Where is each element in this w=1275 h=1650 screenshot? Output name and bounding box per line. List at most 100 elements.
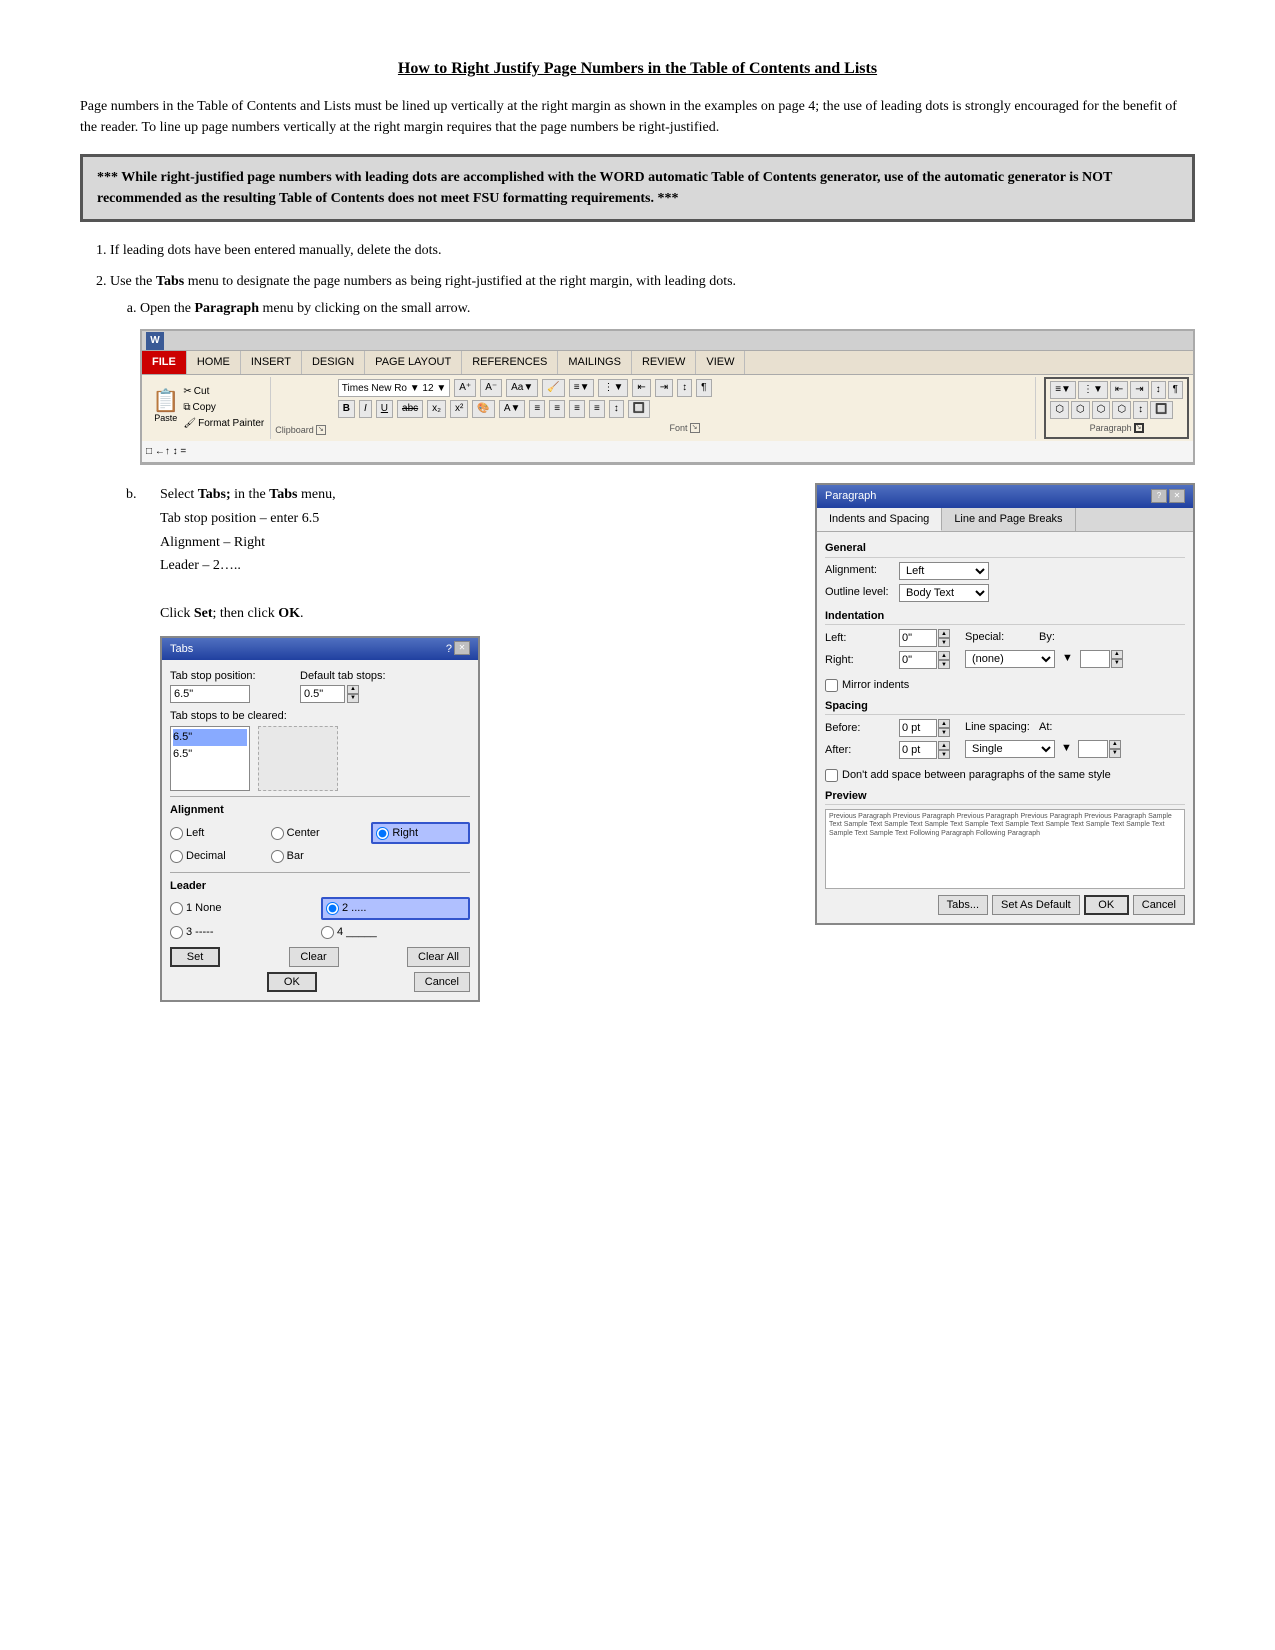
indent-right-input[interactable] xyxy=(899,651,937,669)
strikethrough-btn[interactable]: abc xyxy=(397,400,423,418)
align-center-radio[interactable] xyxy=(271,827,284,840)
tab-list-item-6-5b[interactable]: 6.5" xyxy=(173,746,247,763)
underline-btn[interactable]: U xyxy=(376,400,393,418)
justify-btn[interactable]: ≡ xyxy=(589,400,605,418)
leader-2-radio[interactable] xyxy=(326,902,339,915)
superscript-btn[interactable]: x² xyxy=(450,400,468,418)
at-up[interactable]: ▲ xyxy=(1109,740,1121,749)
highlight-btn[interactable]: 🎨 xyxy=(472,400,494,418)
para-btn-5[interactable]: ↕ xyxy=(1151,381,1166,399)
ribbon-tab-home[interactable]: HOME xyxy=(187,351,241,374)
line-sp-btn2[interactable]: ↕ xyxy=(1133,401,1148,419)
para-set-default-btn[interactable]: Set As Default xyxy=(992,895,1080,915)
para-cancel-btn[interactable]: Cancel xyxy=(1133,895,1185,915)
clear-formatting-btn[interactable]: 🧹 xyxy=(542,379,564,397)
ribbon-tab-references[interactable]: REFERENCES xyxy=(462,351,558,374)
tabs-dialog-close-btn[interactable]: ✕ xyxy=(454,641,470,655)
para-dialog-help-btn[interactable]: ? xyxy=(1151,489,1167,503)
spinner-up-btn[interactable]: ▲ xyxy=(347,685,359,694)
para-btn-3[interactable]: ⇤ xyxy=(1110,381,1128,399)
align-bar-radio[interactable] xyxy=(271,850,284,863)
show-para-btn[interactable]: ¶ xyxy=(696,379,711,397)
spinner-down-btn[interactable]: ▼ xyxy=(347,694,359,703)
clipboard-expand-icon[interactable]: ↘ xyxy=(316,425,326,435)
ribbon-tab-pagelayout[interactable]: PAGE LAYOUT xyxy=(365,351,462,374)
ribbon-tab-mailings[interactable]: MAILINGS xyxy=(558,351,632,374)
aa-btn[interactable]: Aa▼ xyxy=(506,379,538,397)
para-btn-2[interactable]: ⋮▼ xyxy=(1078,381,1108,399)
ribbon-tab-view[interactable]: VIEW xyxy=(696,351,745,374)
ribbon-tab-insert[interactable]: INSERT xyxy=(241,351,302,374)
indent-right-up[interactable]: ▲ xyxy=(938,651,950,660)
tabs-ok-btn[interactable]: OK xyxy=(267,972,317,992)
tabs-cancel-btn[interactable]: Cancel xyxy=(414,972,470,992)
ribbon-tab-review[interactable]: REVIEW xyxy=(632,351,696,374)
at-input[interactable] xyxy=(1078,740,1108,758)
by-input[interactable] xyxy=(1080,650,1110,668)
shading-btn[interactable]: 🔲 xyxy=(628,400,650,418)
para-tabs-btn[interactable]: Tabs... xyxy=(938,895,988,915)
indent-increase-btn[interactable]: ⇥ xyxy=(655,379,673,397)
align-left-radio[interactable] xyxy=(170,827,183,840)
line-spacing-select[interactable]: Single xyxy=(965,740,1055,758)
para-ok-btn[interactable]: OK xyxy=(1084,895,1129,915)
outline-select[interactable]: Body Text xyxy=(899,584,989,602)
tab-stop-list[interactable]: 6.5" 6.5" xyxy=(170,726,250,791)
bold-btn[interactable]: B xyxy=(338,400,355,418)
tabs-clear-btn[interactable]: Clear xyxy=(289,947,339,967)
font-name-dropdown[interactable]: Times New Ro ▼ 12 ▼ xyxy=(338,379,450,397)
paragraph-expand-icon[interactable]: ↘ xyxy=(1134,423,1144,433)
para-btn-4[interactable]: ⇥ xyxy=(1130,381,1148,399)
line-spacing-btn[interactable]: ↕ xyxy=(609,400,624,418)
ribbon-tab-file[interactable]: FILE xyxy=(142,351,187,374)
dont-add-space-checkbox[interactable] xyxy=(825,769,838,782)
list-btn[interactable]: ≡▼ xyxy=(569,379,595,397)
leader-3-radio[interactable] xyxy=(170,926,183,939)
before-down[interactable]: ▼ xyxy=(938,728,950,737)
default-tab-input[interactable] xyxy=(300,685,345,703)
sort-btn[interactable]: ↕ xyxy=(677,379,692,397)
font-grow-btn[interactable]: A⁺ xyxy=(454,379,476,397)
align-left-btn2[interactable]: ⬡ xyxy=(1050,401,1069,419)
alignment-select[interactable]: Left Centered Right Justified xyxy=(899,562,989,580)
tab-list-item-6-5[interactable]: 6.5" xyxy=(173,729,247,746)
at-down[interactable]: ▼ xyxy=(1109,749,1121,758)
by-up[interactable]: ▲ xyxy=(1111,650,1123,659)
paste-label[interactable]: Paste xyxy=(154,412,177,426)
justify-btn2[interactable]: ⬡ xyxy=(1112,401,1131,419)
numbering-btn[interactable]: ⋮▼ xyxy=(598,379,628,397)
indent-left-down[interactable]: ▼ xyxy=(938,638,950,647)
indent-left-up[interactable]: ▲ xyxy=(938,629,950,638)
indent-left-input[interactable] xyxy=(899,629,937,647)
align-right-btn[interactable]: ≡ xyxy=(569,400,585,418)
after-input[interactable] xyxy=(899,741,937,759)
font-color-btn[interactable]: A▼ xyxy=(499,400,526,418)
indent-right-down[interactable]: ▼ xyxy=(938,660,950,669)
indent-decrease-btn[interactable]: ⇤ xyxy=(632,379,650,397)
align-left-btn[interactable]: ≡ xyxy=(529,400,545,418)
tab-stop-input[interactable] xyxy=(170,685,250,703)
mirror-indents-checkbox[interactable] xyxy=(825,679,838,692)
leader-4-radio[interactable] xyxy=(321,926,334,939)
para-tab-indents[interactable]: Indents and Spacing xyxy=(817,508,942,532)
align-right-radio[interactable] xyxy=(376,827,389,840)
subscript-btn[interactable]: x₂ xyxy=(427,400,446,418)
ribbon-tab-design[interactable]: DESIGN xyxy=(302,351,365,374)
shading-btn2[interactable]: 🔲 xyxy=(1150,401,1172,419)
align-center-btn2[interactable]: ⬡ xyxy=(1071,401,1090,419)
para-btn-1[interactable]: ≡▼ xyxy=(1050,381,1076,399)
para-tab-linebreaks[interactable]: Line and Page Breaks xyxy=(942,508,1075,532)
para-btn-6[interactable]: ¶ xyxy=(1168,381,1183,399)
align-right-btn2[interactable]: ⬡ xyxy=(1092,401,1111,419)
font-shrink-btn[interactable]: A⁻ xyxy=(480,379,502,397)
para-dialog-close-btn[interactable]: ✕ xyxy=(1169,489,1185,503)
italic-btn[interactable]: I xyxy=(359,400,372,418)
before-input[interactable] xyxy=(899,719,937,737)
align-decimal-radio[interactable] xyxy=(170,850,183,863)
by-down[interactable]: ▼ xyxy=(1111,659,1123,668)
leader-1-radio[interactable] xyxy=(170,902,183,915)
after-up[interactable]: ▲ xyxy=(938,741,950,750)
font-expand-icon[interactable]: ↘ xyxy=(690,423,700,433)
align-center-btn[interactable]: ≡ xyxy=(549,400,565,418)
after-down[interactable]: ▼ xyxy=(938,750,950,759)
